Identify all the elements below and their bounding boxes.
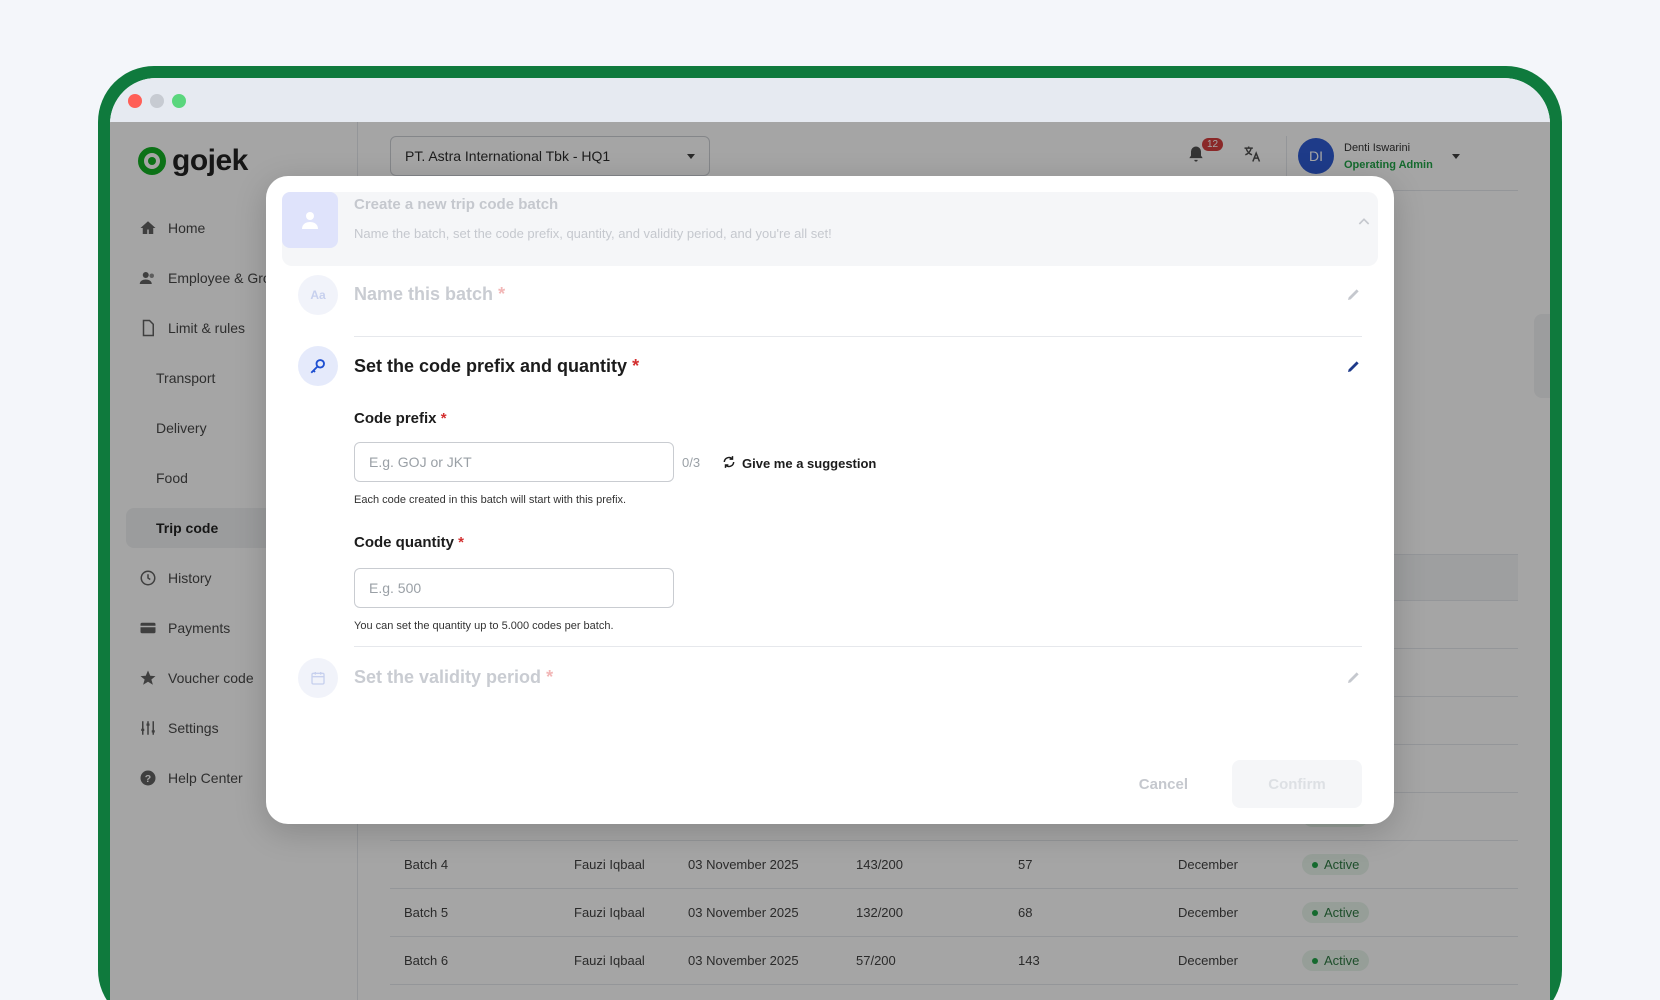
required-mark: * (546, 667, 554, 687)
text-format-icon-label: Aa (310, 288, 326, 302)
section-divider (354, 646, 1362, 647)
modal-subtitle: Name the batch, set the code prefix, qua… (354, 226, 832, 241)
close-window-button[interactable] (128, 94, 142, 108)
prefix-char-counter: 0/3 (682, 455, 701, 470)
section-prefix-title-text: Set the code prefix and quantity (354, 356, 628, 376)
edit-prefix-pencil-icon[interactable] (1346, 358, 1362, 379)
calendar-icon (298, 658, 338, 698)
section-name-title-text: Name this batch (354, 284, 494, 304)
code-prefix-label: Code prefix * (354, 410, 447, 427)
section-validity-title[interactable]: Set the validity period * (354, 667, 553, 688)
code-prefix-label-text: Code prefix (354, 410, 437, 427)
edit-validity-pencil-icon[interactable] (1346, 669, 1362, 690)
code-quantity-label-text: Code quantity (354, 534, 454, 551)
code-prefix-help: Each code created in this batch will sta… (354, 494, 627, 506)
required-mark: * (498, 284, 506, 304)
text-format-icon: Aa (298, 275, 338, 315)
cancel-button[interactable]: Cancel (1139, 776, 1188, 793)
chevron-up-icon[interactable] (1356, 214, 1372, 235)
code-quantity-help: You can set the quantity up to 5.000 cod… (354, 620, 614, 632)
section-divider (354, 336, 1362, 337)
code-quantity-input[interactable] (354, 568, 674, 608)
modal-title: Create a new trip code batch (354, 196, 559, 213)
required-mark: * (440, 410, 447, 427)
key-icon (298, 346, 338, 386)
edit-name-pencil-icon[interactable] (1346, 286, 1362, 307)
code-quantity-label: Code quantity * (354, 534, 464, 551)
refresh-icon (722, 455, 736, 472)
modal-header: Create a new trip code batch Name the ba… (282, 192, 1378, 266)
section-validity-title-text: Set the validity period (354, 667, 542, 687)
create-batch-modal: Create a new trip code batch Name the ba… (266, 176, 1394, 824)
suggestion-button[interactable]: Give me a suggestion (722, 455, 876, 472)
required-mark: * (632, 356, 640, 376)
minimize-window-button[interactable] (150, 94, 164, 108)
user-badge-icon (282, 192, 338, 248)
suggestion-label: Give me a suggestion (742, 456, 877, 471)
section-prefix-title[interactable]: Set the code prefix and quantity * (354, 356, 639, 377)
code-prefix-input[interactable] (354, 442, 674, 482)
confirm-button[interactable]: Confirm (1232, 760, 1362, 808)
title-bar (110, 78, 1550, 122)
required-mark: * (458, 534, 465, 551)
section-name-title[interactable]: Name this batch * (354, 284, 505, 305)
modal-footer: Cancel Confirm (1139, 760, 1362, 808)
maximize-window-button[interactable] (172, 94, 186, 108)
